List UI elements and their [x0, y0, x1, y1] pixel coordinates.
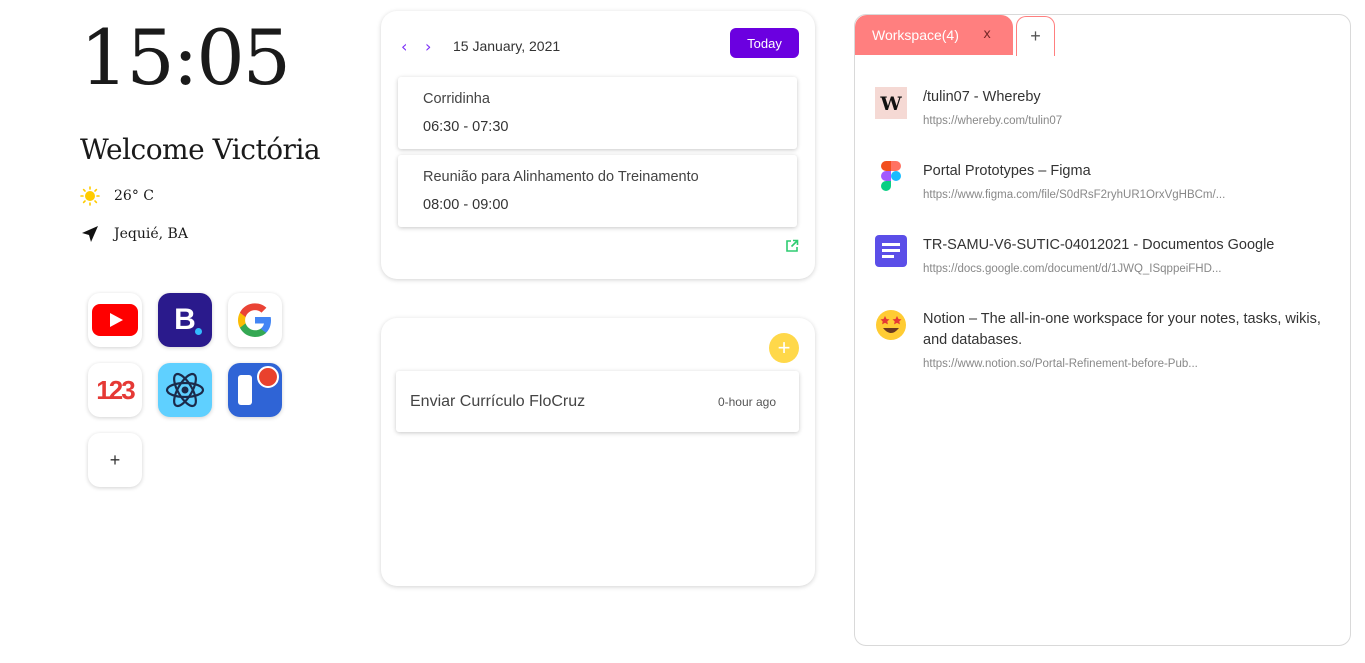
add-todo-button[interactable]: + — [769, 333, 799, 363]
link-url: https://www.notion.so/Portal-Refinement-… — [923, 358, 1198, 370]
figma-icon — [875, 161, 907, 193]
todo-time: 0-hour ago — [717, 394, 776, 409]
todo-card: + Enviar Currículo FloCruz 0-hour ago — [381, 318, 815, 586]
list-item[interactable]: TR-SAMU-V6-SUTIC-04012021 - Documentos G… — [875, 235, 1330, 275]
close-tab-button[interactable]: x — [983, 27, 991, 42]
link-title: /tulin07 - Whereby — [923, 89, 1041, 105]
calendar-card: ‹ › 15 January, 2021 Today Corridinha 06… — [381, 11, 815, 279]
clock: 15:05 — [80, 13, 291, 102]
event-title: Reunião para Alinhamento do Treinamento — [423, 169, 699, 185]
next-day-button[interactable]: › — [425, 37, 449, 56]
link-url: https://www.figma.com/file/S0dRsF2ryhUR1… — [923, 189, 1226, 201]
event-time: 06:30 - 07:30 — [423, 119, 509, 135]
weather: 26° C — [80, 186, 154, 206]
tab-workspace[interactable]: Workspace(4) x — [855, 15, 1013, 55]
calendar-event[interactable]: Reunião para Alinhamento do Treinamento … — [398, 155, 797, 227]
location: Jequié, BA — [80, 224, 188, 244]
prev-day-button[interactable]: ‹ — [401, 37, 425, 56]
location-text: Jequié, BA — [114, 226, 188, 242]
add-app-button[interactable]: + — [88, 433, 142, 487]
calendar-date: 15 January, 2021 — [453, 38, 561, 54]
sun-icon — [80, 186, 100, 206]
youtube-icon[interactable] — [88, 293, 142, 347]
event-time: 08:00 - 09:00 — [423, 197, 509, 213]
todo-text: Enviar Currículo FloCruz — [410, 392, 586, 410]
whereby-icon: W — [875, 87, 907, 119]
numbers-icon[interactable]: 123 — [88, 363, 142, 417]
react-icon[interactable] — [158, 363, 212, 417]
booking-icon[interactable]: B — [158, 293, 212, 347]
external-link-icon[interactable] — [785, 239, 799, 253]
location-arrow-icon — [80, 224, 100, 244]
list-item[interactable]: W /tulin07 - Whereby https://whereby.com… — [875, 87, 1330, 127]
add-tab-button[interactable]: + — [1016, 16, 1055, 56]
link-url: https://docs.google.com/document/d/1JWQ_… — [923, 263, 1222, 275]
notion-icon — [875, 309, 907, 341]
workspace-panel: Workspace(4) x + W /tulin07 - Whereby ht… — [854, 14, 1351, 646]
todo-item[interactable]: Enviar Currículo FloCruz 0-hour ago — [396, 371, 799, 432]
event-title: Corridinha — [423, 91, 490, 107]
welcome-message: Welcome Victória — [80, 133, 321, 166]
calendar-header: ‹ › 15 January, 2021 Today — [401, 28, 799, 61]
link-url: https://whereby.com/tulin07 — [923, 115, 1063, 127]
workspace-tab-label: Workspace(4) — [872, 27, 959, 43]
calendar-event[interactable]: Corridinha 06:30 - 07:30 — [398, 77, 797, 149]
google-icon[interactable] — [228, 293, 282, 347]
google-docs-icon — [875, 235, 907, 267]
link-title: Notion – The all-in-one workspace for yo… — [923, 311, 1321, 348]
trello-icon[interactable] — [228, 363, 282, 417]
temperature: 26° C — [114, 188, 154, 204]
link-title: Portal Prototypes – Figma — [923, 163, 1091, 179]
today-button[interactable]: Today — [730, 28, 799, 58]
list-item[interactable]: Notion – The all-in-one workspace for yo… — [875, 309, 1330, 370]
list-item[interactable]: Portal Prototypes – Figma https://www.fi… — [875, 161, 1330, 201]
svg-text:W: W — [879, 93, 902, 115]
link-title: TR-SAMU-V6-SUTIC-04012021 - Documentos G… — [923, 237, 1275, 253]
